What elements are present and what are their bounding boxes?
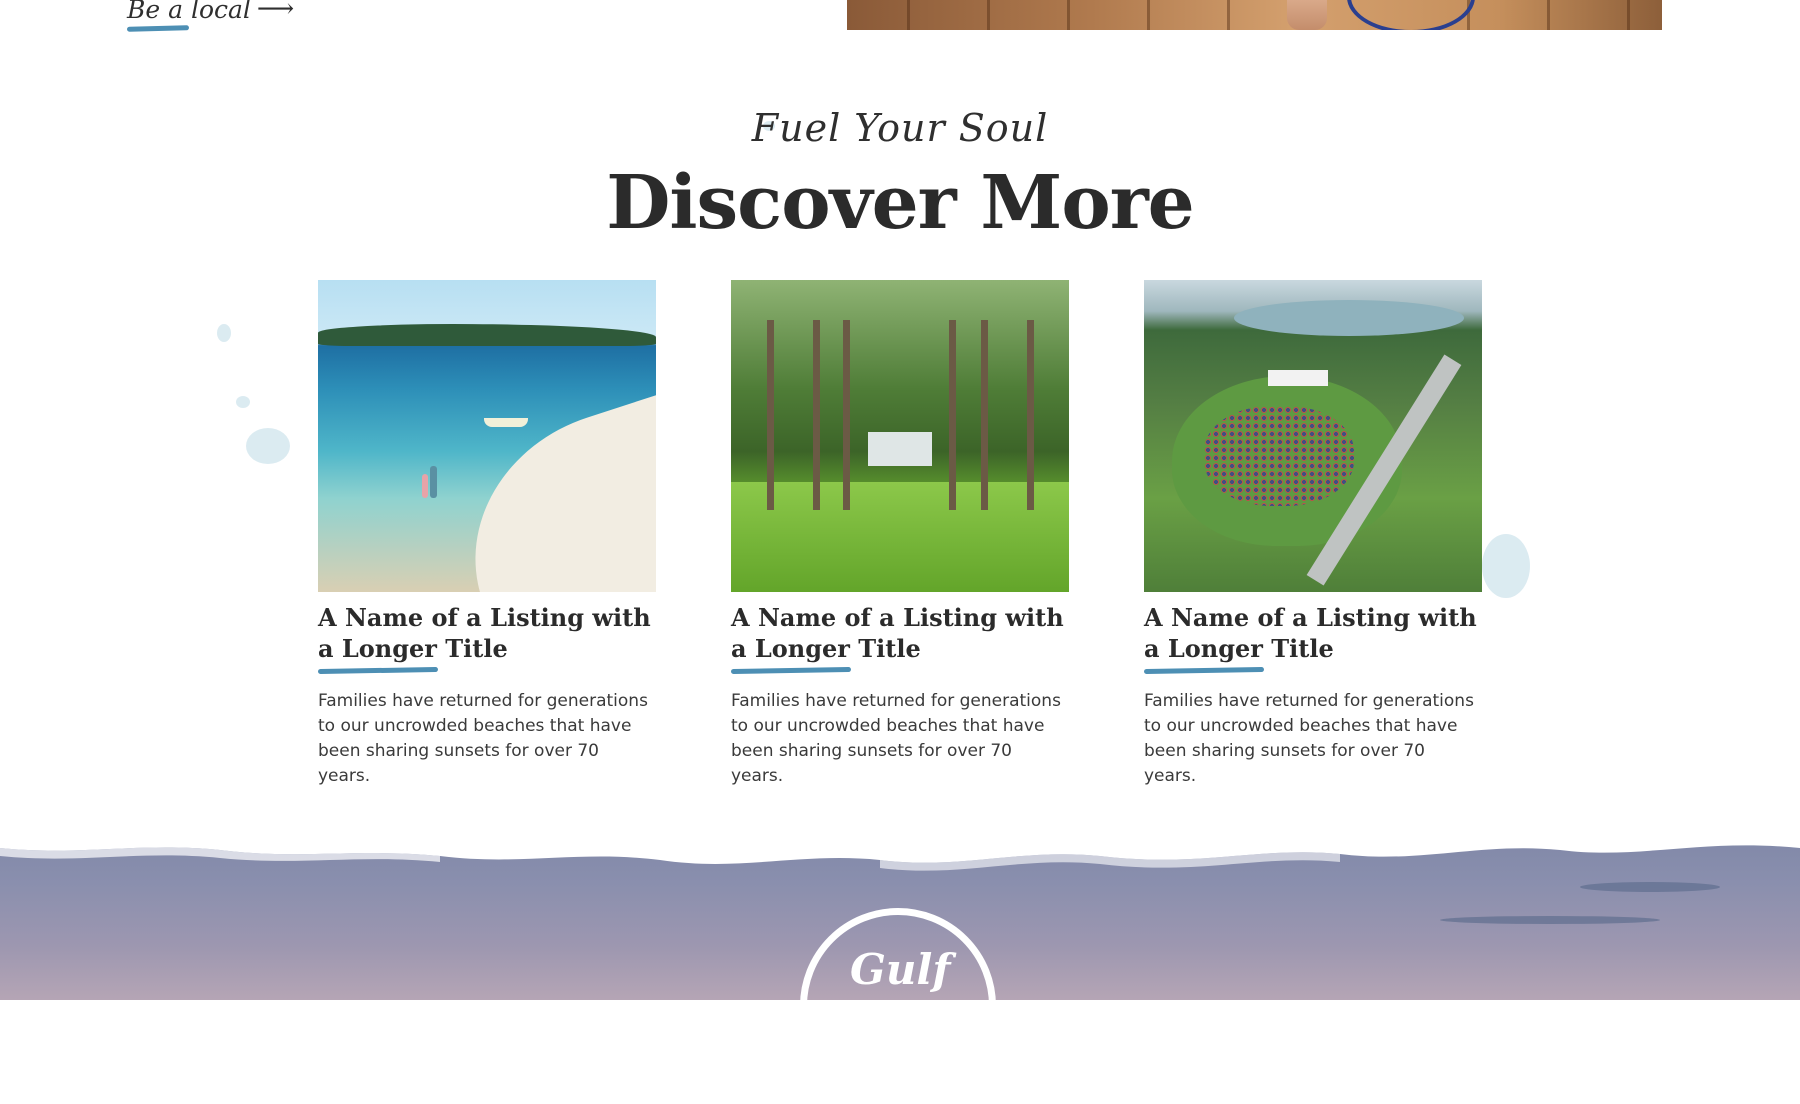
beach-sandbar-photo[interactable]: [318, 280, 656, 592]
brush-stroke-edge: [0, 820, 1800, 871]
title-underline: [730, 666, 852, 675]
listing-description: Families have returned for generations t…: [1144, 691, 1474, 786]
title-underline: [317, 666, 439, 675]
hero-image-bottom-edge: [847, 0, 1662, 30]
arrow-right-icon: ⟶: [256, 0, 295, 24]
listing-description: Families have returned for generations t…: [318, 691, 648, 786]
section-eyebrow: Fuel Your Soul: [751, 106, 1049, 150]
paint-splash-decoration: [1482, 534, 1530, 598]
palm-alley-photo[interactable]: [731, 280, 1069, 592]
be-a-local-label: Be a local: [127, 0, 251, 24]
be-a-local-link[interactable]: Be a local ⟶: [127, 0, 294, 24]
listing-card: A Name of a Listing with a Longer Title …: [730, 280, 1069, 806]
aerial-concert-photo[interactable]: [1144, 280, 1482, 592]
listing-card: A Name of a Listing with a Longer Title …: [317, 280, 656, 806]
listing-title[interactable]: A Name of a Listing with a Longer Title: [318, 602, 656, 664]
listing-card: A Name of a Listing with a Longer Title …: [1143, 280, 1482, 806]
gulf-logo-icon[interactable]: [800, 908, 996, 1104]
title-underline: [1143, 666, 1265, 675]
section-heading: Discover More: [606, 160, 1195, 246]
listing-title[interactable]: A Name of a Listing with a Longer Title: [731, 602, 1069, 664]
paint-splash-decoration: [236, 396, 250, 408]
paint-splash-decoration: [246, 428, 290, 464]
listing-title[interactable]: A Name of a Listing with a Longer Title: [1144, 602, 1482, 664]
be-a-local-underline: [126, 25, 190, 32]
logo-text: Gulf: [850, 945, 951, 994]
listing-description: Families have returned for generations t…: [731, 691, 1061, 786]
paint-splash-decoration: [217, 324, 231, 342]
